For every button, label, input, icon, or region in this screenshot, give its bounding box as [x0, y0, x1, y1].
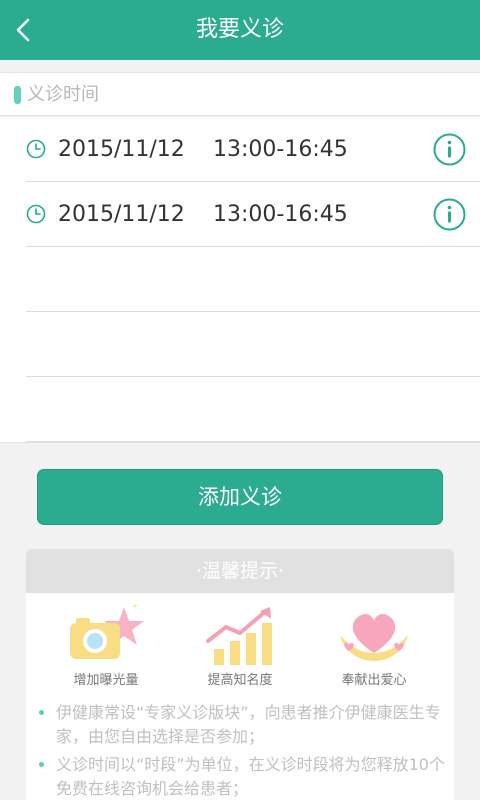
app-header: 我要义诊: [0, 0, 480, 60]
tip-label: 奉献出爱心: [341, 673, 407, 688]
section-title: 义诊时间: [27, 84, 99, 105]
section-header: 义诊时间: [0, 72, 480, 116]
slot-row[interactable]: 2015/11/12 13:00-16:45: [26, 117, 480, 182]
note-text: 义诊时间以“时段”为单位，在义诊时段将为您释放10个免费在线咨询机会给患者；: [56, 755, 445, 798]
tip-label: 提高知名度: [207, 673, 273, 688]
slot-time: 13:00-16:45: [213, 137, 348, 162]
growth-chart-icon: [206, 607, 272, 665]
bullet-dot: [39, 710, 44, 715]
note-item: 伊健康常设“专家义诊版块”，向患者推介伊健康医生专家，由您自由选择是否参加；: [36, 701, 448, 749]
empty-slot-row: [26, 247, 480, 312]
slot-date: 2015/11/12: [58, 137, 185, 162]
slot-date: 2015/11/12: [58, 202, 185, 227]
clock-icon: [26, 139, 46, 159]
tip-label: 增加曝光量: [73, 673, 139, 688]
page-title: 我要义诊: [195, 17, 284, 42]
add-clinic-button[interactable]: 添加义诊: [37, 469, 443, 525]
tips-title: ·温馨提示·: [26, 549, 454, 593]
tips-card: ·温馨提示· 增加曝光量 提高知名度 奉献出爱心 伊健康常设“专家义诊版块”，向…: [26, 549, 454, 800]
heart-hands-icon: [340, 614, 408, 661]
slot-list: 2015/11/12 13:00-16:45 2015/11/12 13:00-…: [0, 117, 480, 443]
info-icon[interactable]: [433, 198, 466, 231]
clock-icon: [26, 204, 46, 224]
empty-slot-row: [26, 377, 480, 442]
note-item: 义诊时间以“时段”为单位，在义诊时段将为您释放10个免费在线咨询机会给患者；: [36, 753, 448, 800]
note-text: 伊健康常设“专家义诊版块”，向患者推介伊健康医生专家，由您自由选择是否参加；: [56, 703, 441, 746]
empty-slot-row: [26, 312, 480, 377]
slot-row[interactable]: 2015/11/12 13:00-16:45: [26, 182, 480, 247]
info-icon[interactable]: [433, 133, 466, 166]
camera-star-icon: [70, 605, 144, 659]
tips-notes: 伊健康常设“专家义诊版块”，向患者推介伊健康医生专家，由您自由选择是否参加； 义…: [36, 701, 448, 800]
slot-time: 13:00-16:45: [213, 202, 348, 227]
bullet-dot: [39, 762, 44, 767]
section-marker: [14, 86, 21, 104]
